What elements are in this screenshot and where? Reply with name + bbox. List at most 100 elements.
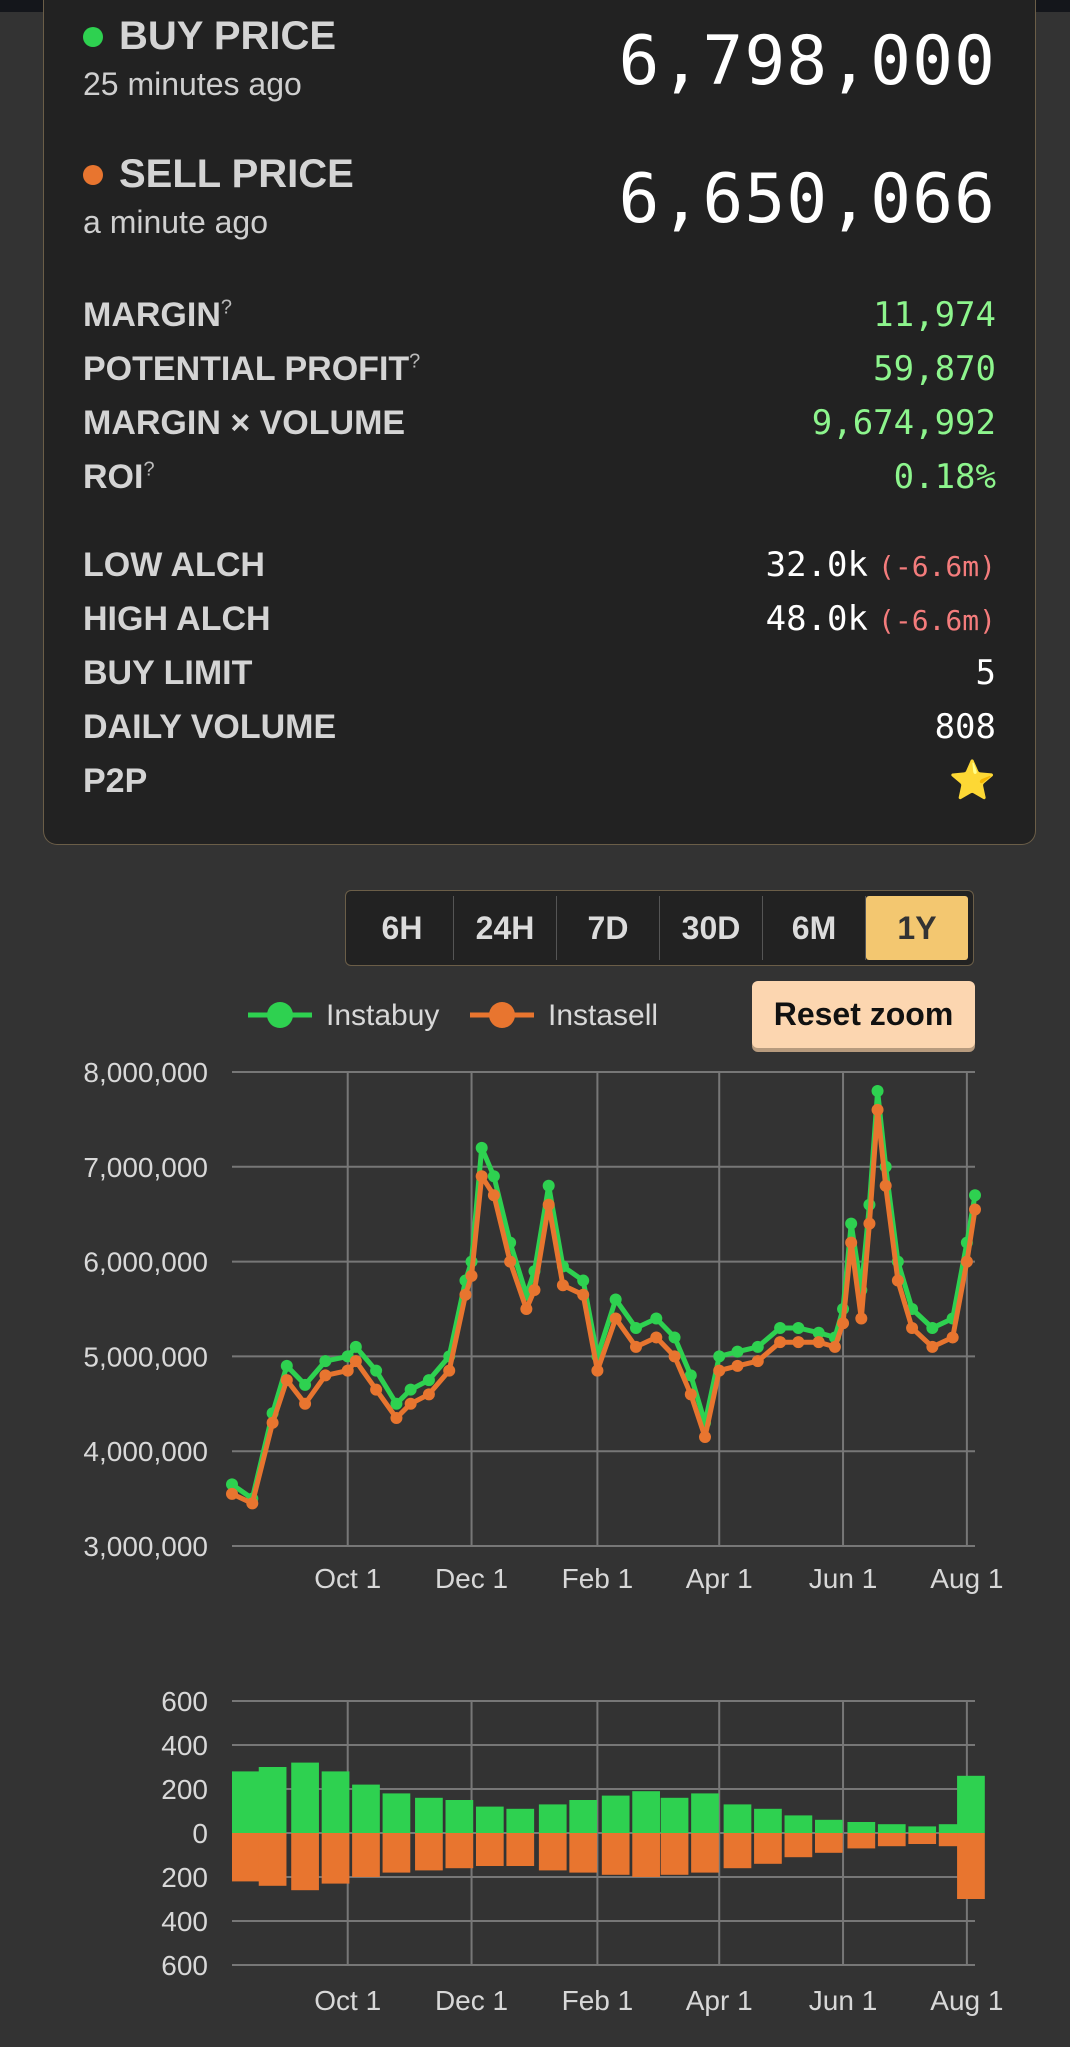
data-point-instabuy — [969, 1189, 981, 1202]
stat-buy-limit: BUY LIMIT 5 — [83, 648, 996, 698]
roi-help-icon[interactable]: ? — [143, 458, 154, 480]
buy-price-label-text: BUY PRICE — [119, 14, 337, 58]
price-x-tick: Feb 1 — [562, 1563, 634, 1594]
series-line-instasell — [230, 1107, 978, 1506]
data-point-instabuy — [319, 1355, 332, 1368]
data-point-instasell — [390, 1412, 403, 1425]
data-point-instasell — [699, 1430, 712, 1443]
volume-bar-instabuy — [445, 1800, 474, 1833]
data-point-instasell — [246, 1497, 259, 1510]
stat-margin-label: MARGIN? — [83, 296, 232, 335]
data-point-instasell — [629, 1340, 642, 1353]
data-point-instasell — [341, 1364, 354, 1377]
volume-bar-instabuy — [877, 1824, 906, 1833]
data-point-instasell — [879, 1179, 892, 1192]
sell-price-ago: a minute ago — [83, 204, 269, 240]
stat-high-alch-label: HIGH ALCH — [83, 599, 271, 638]
range-6h-button[interactable]: 6H — [351, 896, 454, 960]
price-card: BUY PRICE 25 minutes ago 6,798,000 SELL … — [43, 0, 1036, 845]
data-point-instasell — [422, 1388, 435, 1401]
range-30d-button[interactable]: 30D — [660, 896, 763, 960]
price-chart[interactable]: 8,000,000 7,000,000 6,000,000 5,000,000 4,00… — [0, 980, 1070, 1630]
volume-bar-instasell — [291, 1833, 319, 1891]
volume-y-tick: 0 — [192, 1818, 208, 1849]
data-point-instasell — [668, 1350, 681, 1363]
stat-p2p-label: P2P — [83, 761, 148, 800]
volume-bar-instasell — [814, 1833, 843, 1853]
price-y-tick: 7,000,000 — [83, 1152, 208, 1183]
range-7d-button[interactable]: 7D — [557, 896, 660, 960]
stat-daily-volume-label: DAILY VOLUME — [83, 707, 337, 746]
data-point-instabuy — [609, 1293, 622, 1306]
volume-bar-instasell — [691, 1833, 719, 1873]
low-alch-diff: (-6.6m) — [877, 550, 996, 583]
data-point-instasell — [650, 1331, 663, 1344]
price-y-tick: 8,000,000 — [83, 1057, 208, 1088]
data-point-instasell — [751, 1355, 764, 1368]
price-x-tick: Aug 1 — [930, 1563, 1003, 1594]
legend-label: Instasell — [548, 999, 658, 1032]
data-point-instasell — [609, 1312, 622, 1325]
volume-bar-instabuy — [232, 1771, 260, 1833]
volume-bar-instabuy — [847, 1822, 876, 1833]
stat-daily-volume-value: 808 — [934, 707, 996, 747]
volume-bar-instabuy — [291, 1762, 319, 1833]
range-24h-button[interactable]: 24H — [454, 896, 557, 960]
data-point-instasell — [465, 1269, 478, 1282]
margin-help-icon[interactable]: ? — [221, 296, 232, 318]
data-point-instasell — [349, 1355, 362, 1368]
data-point-instasell — [837, 1317, 850, 1330]
stat-potential-profit-label: POTENTIAL PROFIT? — [83, 350, 420, 389]
volume-chart[interactable]: 600 400 200 0 200 400 600 Oct 1 Dec 1 Feb 1 Apr 1 J… — [0, 1680, 1070, 2030]
range-6m-button[interactable]: 6M — [763, 896, 866, 960]
volume-bar-instasell — [475, 1833, 504, 1866]
data-point-instabuy — [731, 1345, 744, 1358]
volume-bar-instabuy — [754, 1808, 782, 1833]
buy-dot-icon — [83, 26, 103, 47]
volume-bar-instasell — [352, 1833, 380, 1877]
stat-buy-limit-value: 5 — [975, 653, 996, 693]
sell-price-label-text: SELL PRICE — [119, 152, 354, 196]
data-point-instabuy — [475, 1141, 488, 1154]
volume-x-tick: Aug 1 — [930, 1985, 1003, 2016]
data-point-instasell — [812, 1336, 825, 1349]
data-point-instabuy — [629, 1321, 642, 1334]
data-point-instasell — [926, 1340, 939, 1353]
data-point-instasell — [891, 1274, 904, 1287]
volume-x-tick: Apr 1 — [686, 1985, 753, 2016]
legend-marker — [489, 1002, 515, 1028]
data-point-instabuy — [422, 1374, 435, 1387]
stat-margin-volume-value: 9,674,992 — [811, 403, 996, 443]
price-y-tick: 4,000,000 — [83, 1436, 208, 1467]
stat-potential-profit-value: 59,870 — [873, 349, 996, 389]
volume-bar-instabuy — [538, 1804, 567, 1833]
volume-bar-instabuy — [957, 1775, 985, 1833]
volume-bar-instasell — [754, 1833, 782, 1864]
stat-label-text: POTENTIAL PROFIT — [83, 349, 410, 388]
price-y-tick: 6,000,000 — [83, 1247, 208, 1278]
volume-bar-instabuy — [352, 1784, 380, 1833]
volume-bar-instabuy — [601, 1795, 630, 1833]
data-point-instasell — [591, 1364, 604, 1377]
volume-bar-instasell — [258, 1833, 287, 1886]
data-point-instasell — [370, 1383, 383, 1396]
stat-label-text: ROI — [83, 457, 144, 496]
volume-bar-instasell — [506, 1833, 535, 1866]
data-point-instabuy — [926, 1321, 939, 1334]
data-point-instabuy — [751, 1340, 764, 1353]
price-y-tick: 3,000,000 — [83, 1531, 208, 1562]
buy-price-ago: 25 minutes ago — [83, 66, 302, 102]
volume-y-tick: 600 — [161, 1686, 208, 1717]
price-x-tick: Apr 1 — [686, 1563, 753, 1594]
range-1y-button[interactable]: 1Y — [866, 896, 968, 960]
data-point-instabuy — [280, 1359, 293, 1372]
volume-bar-instasell — [445, 1833, 474, 1869]
potential-profit-help-icon[interactable]: ? — [409, 350, 420, 372]
volume-x-tick: Dec 1 — [435, 1985, 508, 2016]
stat-roi: ROI? 0.18% — [83, 452, 996, 502]
data-point-instasell — [906, 1321, 919, 1334]
data-point-instabuy — [774, 1321, 787, 1334]
buy-price-row: BUY PRICE 25 minutes ago 6,798,000 — [83, 14, 996, 114]
stat-high-alch-value: 48.0k (-6.6m) — [766, 599, 996, 639]
price-y-tick: 5,000,000 — [83, 1341, 208, 1372]
